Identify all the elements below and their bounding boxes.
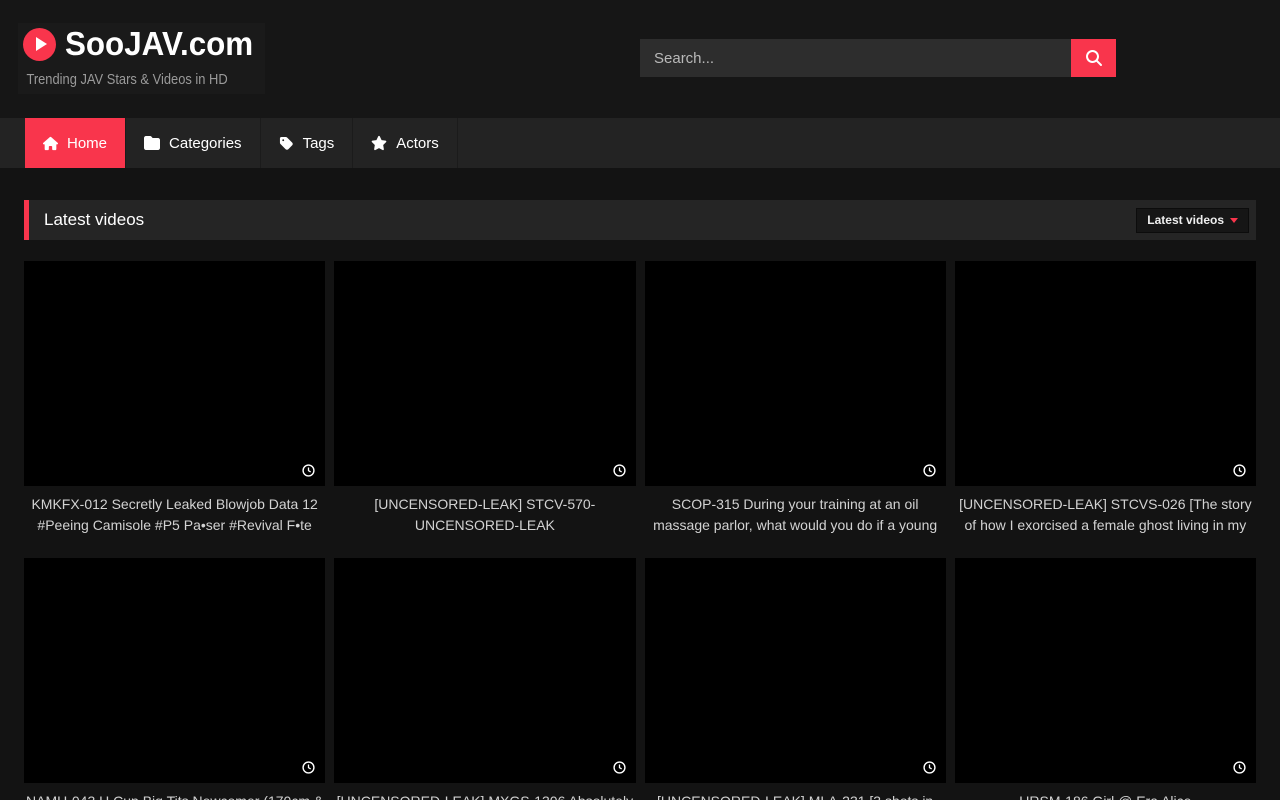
sort-dropdown-label: Latest videos (1147, 213, 1224, 227)
star-icon (371, 135, 387, 151)
clock-icon (613, 761, 626, 774)
video-thumbnail[interactable] (955, 261, 1256, 486)
video-title[interactable]: SCOP-315 During your training at an oil … (645, 494, 946, 536)
main-content: Latest videos Latest videos KMKFX-012 Se… (24, 200, 1256, 800)
video-thumbnail[interactable] (334, 261, 635, 486)
video-card: SCOP-315 During your training at an oil … (645, 261, 946, 558)
clock-icon (1233, 761, 1246, 774)
clock-icon (302, 761, 315, 774)
clock-icon (1233, 464, 1246, 477)
video-thumbnail[interactable] (645, 261, 946, 486)
video-card: [UNCENSORED-LEAK] MXGS-1306 Absolutely (334, 558, 635, 800)
video-thumbnail[interactable] (24, 261, 325, 486)
video-card: [UNCENSORED-LEAK] MLA-231 [3 shots in (645, 558, 946, 800)
site-name: SooJAV.com (65, 25, 253, 63)
site-tagline: Trending JAV Stars & Videos in HD (23, 71, 229, 88)
clock-icon (923, 761, 936, 774)
video-thumbnail[interactable] (955, 558, 1256, 783)
nav-item-categories[interactable]: Categories (126, 118, 261, 168)
video-title[interactable]: [UNCENSORED-LEAK] STCV-570- UNCENSORED-L… (334, 494, 635, 536)
site-header: SooJAV.com Trending JAV Stars & Videos i… (0, 0, 1280, 118)
video-card: [UNCENSORED-LEAK] STCVS-026 [The story o… (955, 261, 1256, 558)
search-icon (1086, 50, 1102, 66)
section-header: Latest videos Latest videos (24, 200, 1256, 240)
play-icon (23, 28, 56, 61)
nav-item-label: Actors (396, 135, 439, 152)
nav-item-label: Categories (169, 135, 242, 152)
tag-icon (279, 136, 294, 151)
video-thumbnail[interactable] (334, 558, 635, 783)
home-icon (43, 136, 58, 151)
video-title[interactable]: KMKFX-012 Secretly Leaked Blowjob Data 1… (24, 494, 325, 536)
search-input[interactable] (640, 39, 1071, 77)
video-thumbnail[interactable] (645, 558, 946, 783)
nav-item-home[interactable]: Home (25, 118, 126, 168)
video-title[interactable]: NAMH-043 H Cup Big Tits Newcomer (170cm … (24, 791, 325, 800)
folder-icon (144, 135, 160, 151)
video-title[interactable]: [UNCENSORED-LEAK] MLA-231 [3 shots in (645, 791, 946, 800)
video-title[interactable]: [UNCENSORED-LEAK] MXGS-1306 Absolutely (334, 791, 635, 800)
search-form (640, 39, 1116, 77)
sort-dropdown-button[interactable]: Latest videos (1136, 208, 1249, 233)
search-button[interactable] (1071, 39, 1116, 77)
video-card: URSM-186 Girl @ Era Alice (955, 558, 1256, 800)
section-title: Latest videos (44, 210, 144, 230)
video-thumbnail[interactable] (24, 558, 325, 783)
caret-down-icon (1230, 218, 1238, 223)
video-title[interactable]: URSM-186 Girl @ Era Alice (955, 791, 1256, 800)
nav-item-actors[interactable]: Actors (353, 118, 458, 168)
video-title[interactable]: [UNCENSORED-LEAK] STCVS-026 [The story o… (955, 494, 1256, 536)
nav-item-label: Home (67, 135, 107, 152)
clock-icon (302, 464, 315, 477)
clock-icon (923, 464, 936, 477)
main-nav: Home Categories Tags Actors (0, 118, 1280, 168)
nav-item-label: Tags (303, 135, 335, 152)
video-card: [UNCENSORED-LEAK] STCV-570- UNCENSORED-L… (334, 261, 635, 558)
video-grid: KMKFX-012 Secretly Leaked Blowjob Data 1… (24, 261, 1256, 800)
site-logo[interactable]: SooJAV.com Trending JAV Stars & Videos i… (18, 23, 265, 94)
clock-icon (613, 464, 626, 477)
nav-item-tags[interactable]: Tags (261, 118, 354, 168)
video-card: NAMH-043 H Cup Big Tits Newcomer (170cm … (24, 558, 325, 800)
video-card: KMKFX-012 Secretly Leaked Blowjob Data 1… (24, 261, 325, 558)
